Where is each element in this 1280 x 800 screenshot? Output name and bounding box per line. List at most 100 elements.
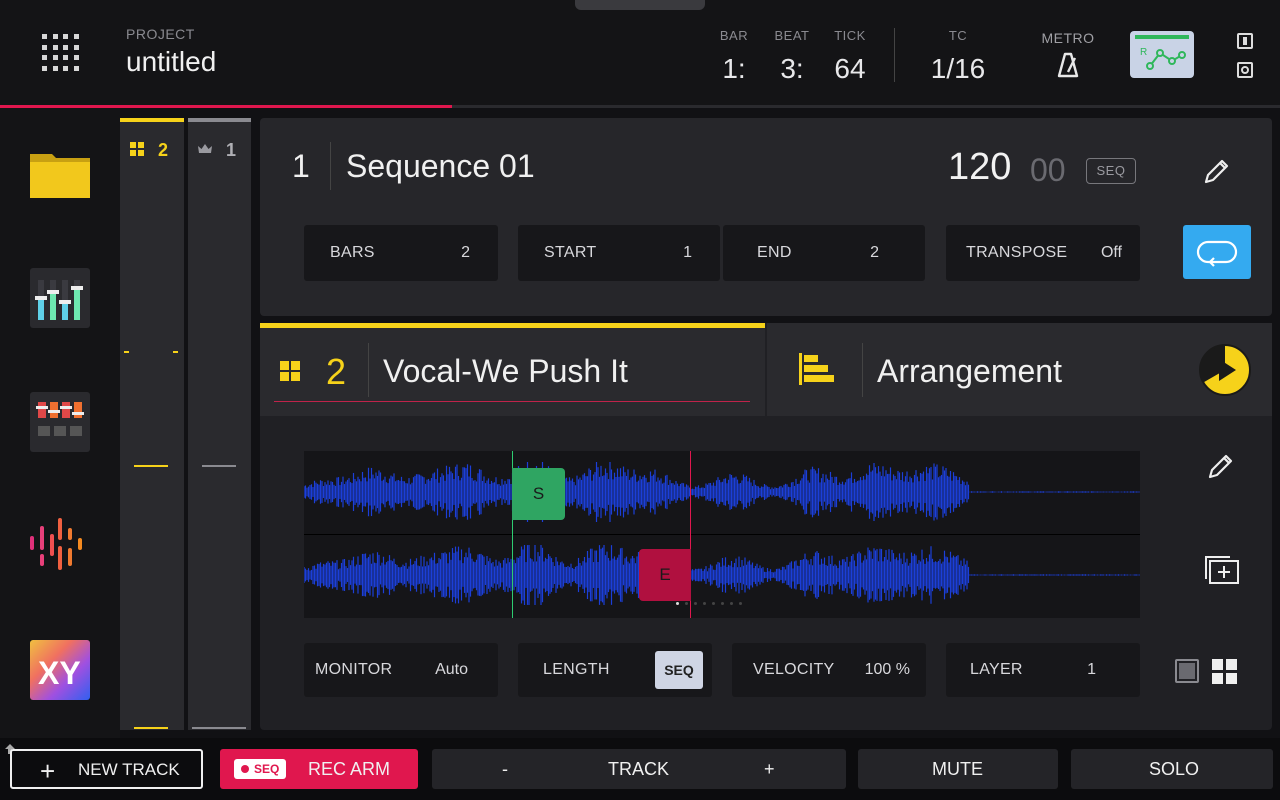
bar-label: BAR <box>719 28 749 43</box>
start-param[interactable]: START 1 <box>518 225 720 281</box>
channel-divider <box>304 534 1140 535</box>
param-value: 1 <box>683 244 692 261</box>
song-strip[interactable]: 1 <box>188 118 251 730</box>
bottom-bar: + NEW TRACK SEQ REC ARM - TRACK + MUTE S… <box>0 738 1280 800</box>
mixer-icon[interactable] <box>30 268 90 328</box>
channel-mixer-icon[interactable] <box>30 392 90 452</box>
duplicate-icon[interactable] <box>1204 555 1240 592</box>
param-label: BARS <box>330 244 375 261</box>
sequence-name[interactable]: Sequence 01 <box>346 148 535 185</box>
beat-display[interactable]: BEAT 3: <box>772 28 812 85</box>
param-value: Off <box>1100 244 1122 261</box>
seq-tempo-badge[interactable]: SEQ <box>1086 158 1136 184</box>
left-sidebar: XY <box>0 108 120 738</box>
meter-tick <box>124 351 129 353</box>
solo-label: SOLO <box>1149 759 1200 779</box>
divider <box>368 343 369 397</box>
velocity-param[interactable]: VELOCITY 100 % <box>732 643 926 697</box>
track-strip-active[interactable]: 2 <box>120 118 184 730</box>
param-value: Auto <box>435 661 468 678</box>
track-name[interactable]: Vocal-We Push It <box>383 353 628 390</box>
param-value: 100 % <box>864 661 910 678</box>
param-label: LENGTH <box>543 661 610 678</box>
grid-menu-icon[interactable] <box>42 34 80 72</box>
param-label: TRANSPOSE <box>966 244 1068 261</box>
rec-arm-button[interactable]: SEQ REC ARM <box>220 749 418 789</box>
new-track-button[interactable]: + NEW TRACK <box>10 749 203 789</box>
seq-badge-label: SEQ <box>254 762 280 776</box>
record-square-icon[interactable] <box>1237 62 1253 78</box>
sampler-icon[interactable] <box>30 514 90 574</box>
track-tab-underline <box>274 401 750 402</box>
strip-track-number: 2 <box>158 140 169 160</box>
bars-param[interactable]: BARS 2 <box>304 225 498 281</box>
pad-grid-icon <box>280 361 300 386</box>
monitor-param[interactable]: MONITOR Auto <box>304 643 498 697</box>
metronome-icon <box>1057 52 1079 78</box>
bar-value: 1: <box>722 53 746 84</box>
sequence-number[interactable]: 1 <box>292 148 310 185</box>
meter-level <box>134 465 168 467</box>
automation-button[interactable]: R <box>1130 31 1194 78</box>
top-drawer-handle[interactable] <box>575 0 705 10</box>
start-marker-handle[interactable]: S <box>512 468 565 520</box>
loop-button[interactable] <box>1183 225 1251 279</box>
strip-accent <box>120 118 184 122</box>
bpm-decimal[interactable]: 00 <box>1030 152 1066 189</box>
arrangement-tab[interactable]: Arrangement <box>767 323 1272 416</box>
pencil-icon[interactable] <box>1204 451 1236 488</box>
metro-label: METRO <box>1041 30 1095 46</box>
loop-icon <box>1196 240 1238 267</box>
beat-value: 3: <box>780 53 804 84</box>
tc-label: TC <box>948 28 968 43</box>
meter-floor <box>134 727 168 729</box>
pie-play-icon[interactable] <box>1198 343 1252 402</box>
meter-level <box>202 465 236 467</box>
track-tab[interactable]: 2 Vocal-We Push It <box>260 323 765 416</box>
pencil-icon[interactable] <box>1200 156 1232 193</box>
waveform-editor[interactable]: S E <box>304 451 1140 618</box>
arrangement-icon <box>799 353 835 390</box>
tick-label: TICK <box>834 28 866 43</box>
xyfx-icon[interactable]: XY <box>30 640 90 700</box>
track-selector[interactable]: - TRACK + <box>432 749 846 789</box>
layer-param[interactable]: LAYER 1 <box>946 643 1140 697</box>
track-next-button[interactable]: + <box>764 759 775 780</box>
param-value: 2 <box>461 244 470 261</box>
record-dot-icon <box>241 765 249 773</box>
track-selector-label: TRACK <box>608 759 670 779</box>
tick-value: 64 <box>834 53 866 84</box>
param-label: LAYER <box>970 661 1023 678</box>
project-name[interactable]: untitled <box>126 46 216 78</box>
metronome[interactable]: METRO <box>1040 30 1096 83</box>
divider <box>862 343 863 397</box>
crown-icon <box>198 142 212 156</box>
bpm-value[interactable]: 120 <box>948 146 1011 189</box>
solo-button[interactable]: SOLO <box>1071 749 1273 789</box>
pad-grid-icon[interactable] <box>1212 659 1238 690</box>
plus-icon: + <box>40 756 56 786</box>
mute-button[interactable]: MUTE <box>858 749 1058 789</box>
tick-display[interactable]: TICK 64 <box>830 28 870 85</box>
tc-value: 1/16 <box>930 53 986 84</box>
timing-correct[interactable]: TC 1/16 <box>920 28 996 85</box>
track-prev-button[interactable]: - <box>502 759 508 780</box>
transpose-param[interactable]: TRANSPOSE Off <box>946 225 1140 281</box>
end-param[interactable]: END 2 <box>723 225 925 281</box>
seq-rec-badge: SEQ <box>234 759 286 779</box>
length-seq-value[interactable]: SEQ <box>655 651 703 689</box>
meter-floor <box>192 727 246 729</box>
end-marker-handle[interactable]: E <box>639 549 691 601</box>
length-param[interactable]: LENGTH SEQ <box>518 643 712 697</box>
page-dots <box>676 602 742 605</box>
param-label: VELOCITY <box>753 661 835 678</box>
browser-folder-icon[interactable] <box>30 144 90 204</box>
new-track-label: NEW TRACK <box>78 760 180 779</box>
track-number: 2 <box>326 351 347 392</box>
single-pad-view-icon[interactable] <box>1175 659 1199 683</box>
divider <box>330 142 331 190</box>
rec-arm-label: REC ARM <box>308 759 391 779</box>
bar-display[interactable]: BAR 1: <box>716 28 752 85</box>
mute-label: MUTE <box>932 759 983 779</box>
window-icon[interactable] <box>1237 33 1253 49</box>
